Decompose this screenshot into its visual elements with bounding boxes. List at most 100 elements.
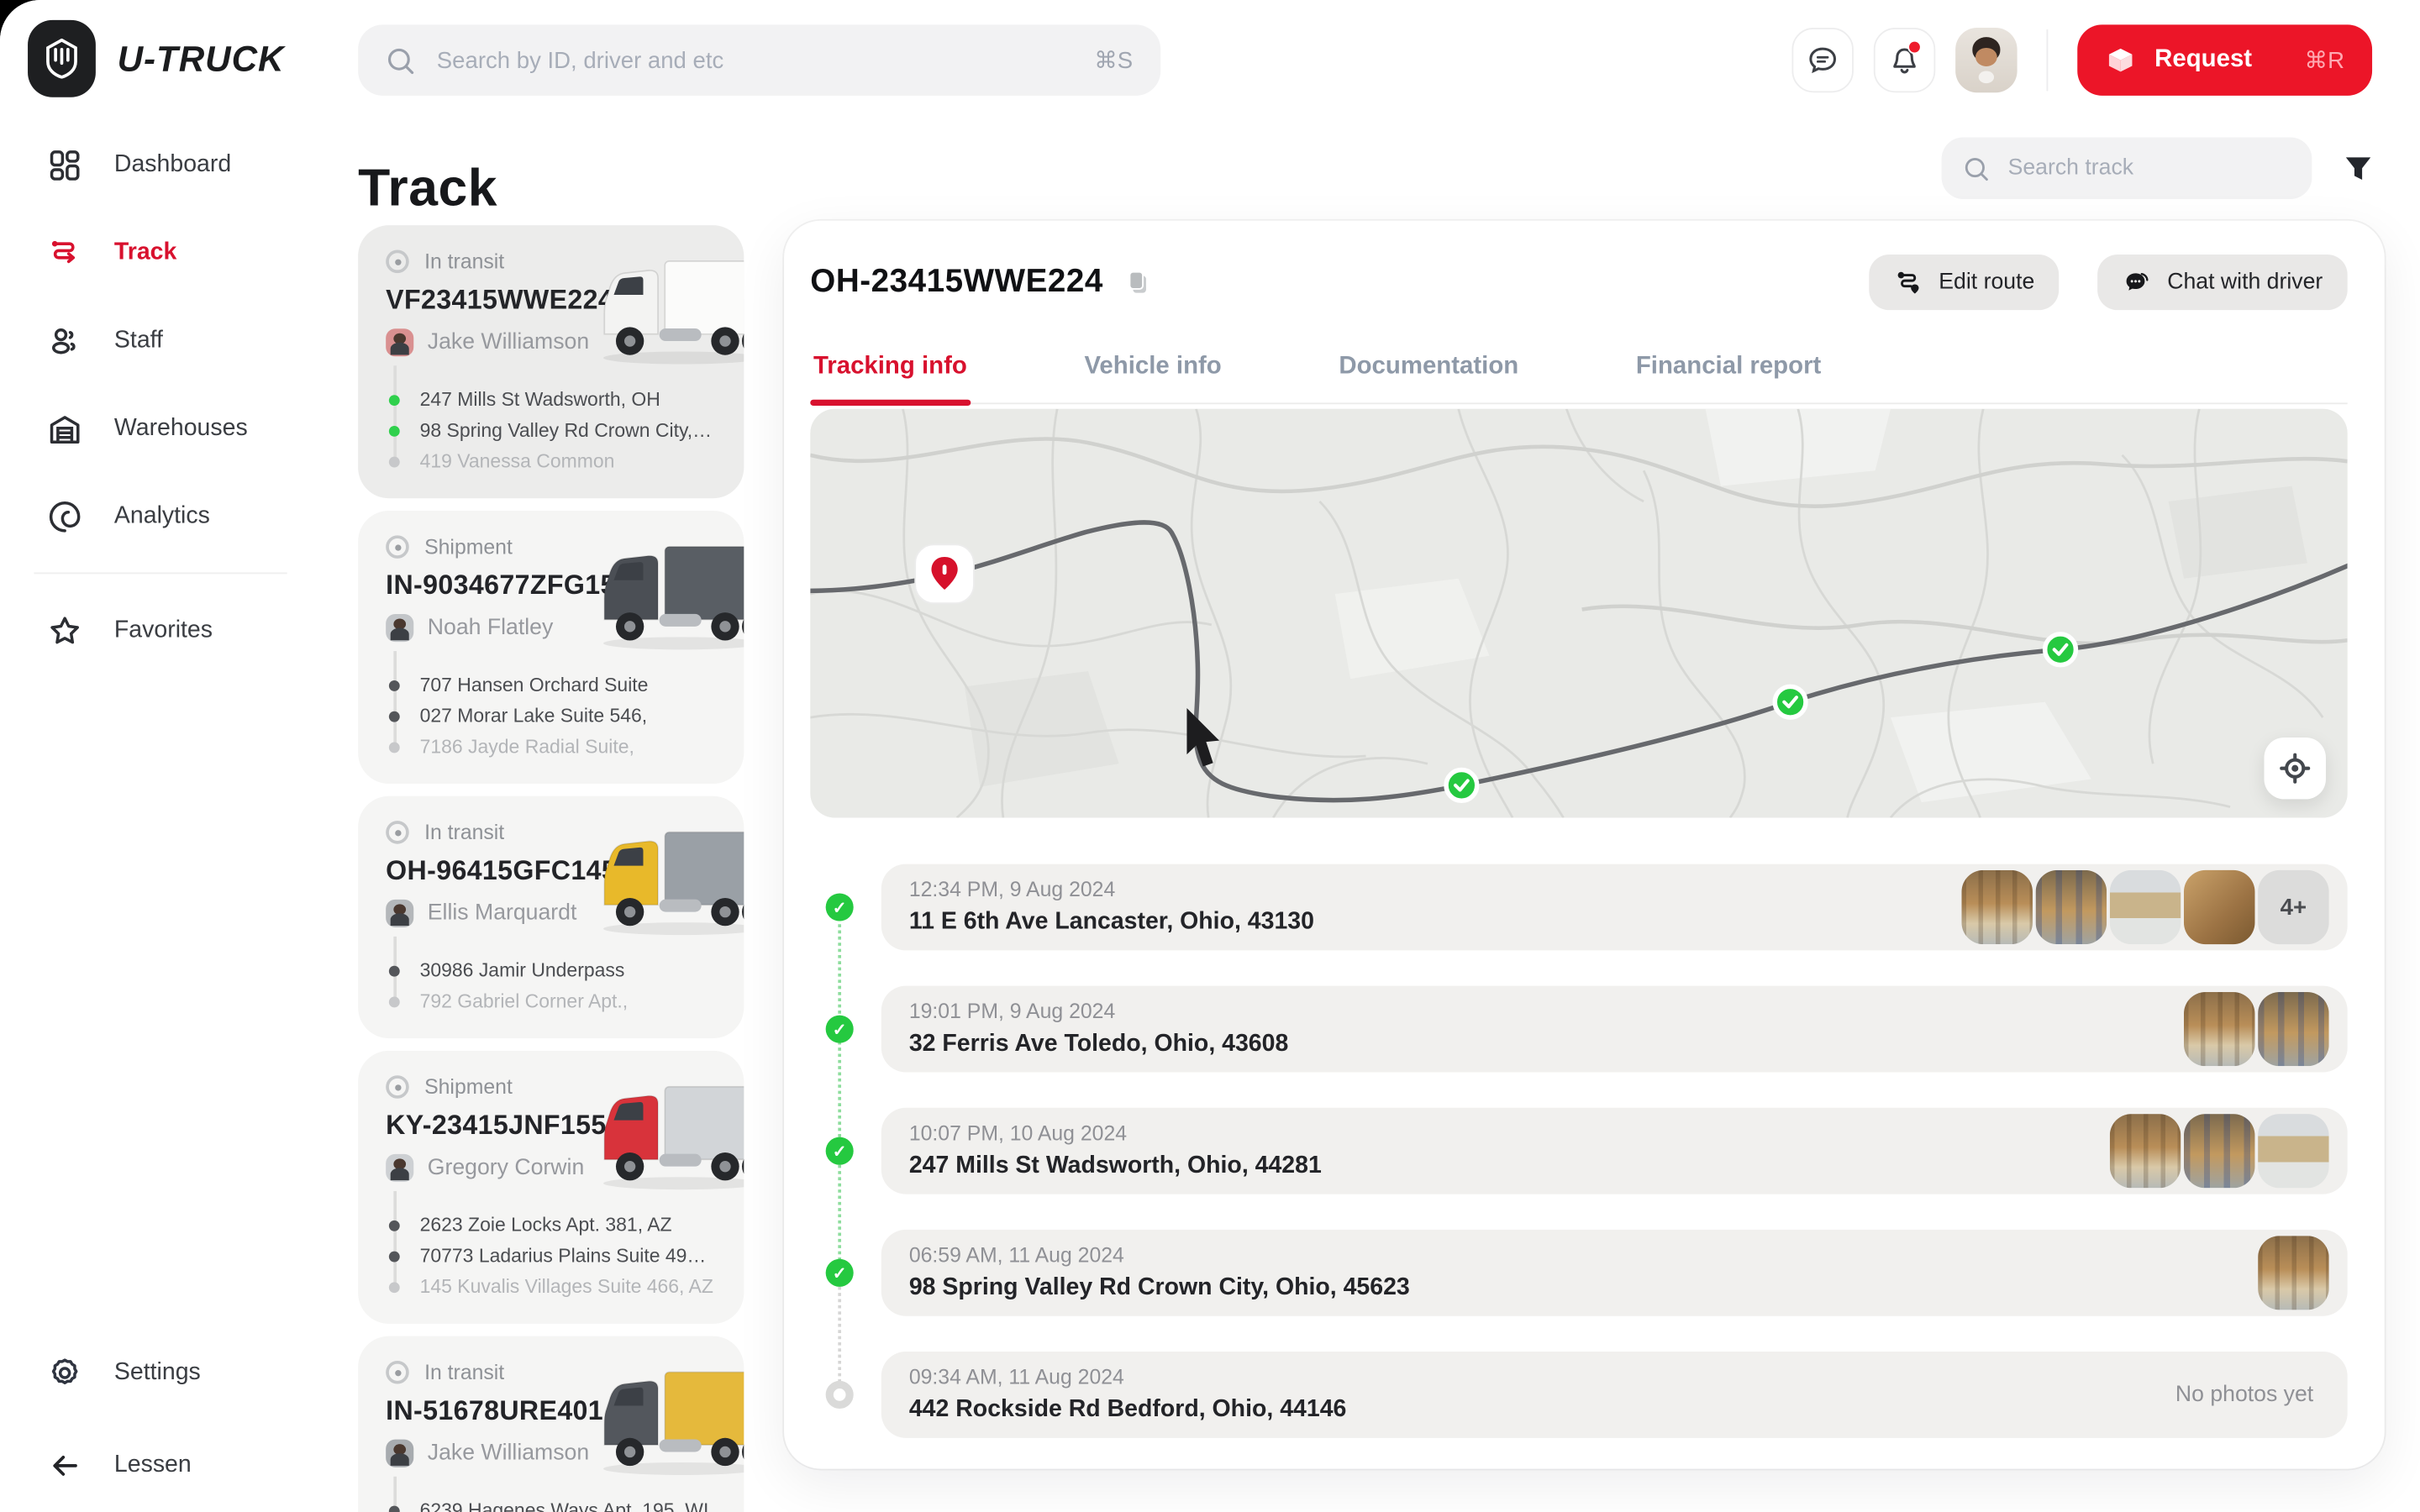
origin-pin[interactable] <box>915 544 974 603</box>
checkpoint-photo-thumbnail[interactable] <box>2184 992 2254 1066</box>
sidebar-label: Favorites <box>114 617 213 644</box>
driver-avatar <box>386 328 413 356</box>
user-avatar[interactable] <box>1954 28 2016 92</box>
timeline-row: ✓ 10:07 PM, 10 Aug 2024 247 Mills St Wad… <box>823 1108 2348 1194</box>
chat-with-driver-button[interactable]: Chat with driver <box>2098 255 2348 310</box>
track-search[interactable] <box>1942 137 2312 198</box>
driver-name: Gregory Corwin <box>428 1156 584 1180</box>
checkpoint-photo-thumbnail[interactable] <box>2184 1114 2254 1188</box>
status-ring-icon <box>386 1075 409 1099</box>
checkpoint-photo-thumbnail[interactable] <box>2258 992 2328 1066</box>
map-checkpoint-2 <box>1775 686 1806 717</box>
shipment-card[interactable]: Shipment IN-9034677ZFG154 Noah Flatley 7… <box>358 511 744 784</box>
edit-route-button[interactable]: Edit route <box>1870 255 2060 310</box>
truck-image <box>587 1357 744 1487</box>
brand-logo: U-TRUCK <box>28 20 284 97</box>
shipment-id: OH-23415WWE224 <box>810 264 1103 301</box>
track-search-input[interactable] <box>2005 155 2291 182</box>
brand-name: U-TRUCK <box>118 38 285 80</box>
stop-row: 027 Morar Lake Suite 546, <box>386 701 716 732</box>
checkpoint-photos <box>2184 992 2329 1066</box>
checkpoint-status-icon: ✓ <box>826 1259 854 1287</box>
shipment-list: In transit VF23415WWE224 Jake Williamson… <box>358 225 744 1512</box>
stop-address: 6239 Hagenes Ways Apt. 195, WI <box>420 1499 709 1512</box>
driver-avatar <box>386 614 413 642</box>
search-icon <box>386 45 415 75</box>
status-ring-icon <box>386 821 409 844</box>
shipment-card[interactable]: In transit VF23415WWE224 Jake Williamson… <box>358 225 744 498</box>
shipment-card[interactable]: In transit OH-96415GFC145 Ellis Marquard… <box>358 796 744 1038</box>
chat-filled-icon <box>2123 268 2152 297</box>
status-label: In transit <box>424 821 504 844</box>
locate-button[interactable] <box>2264 738 2325 799</box>
sidebar-item-track[interactable]: Track <box>0 208 321 297</box>
tab-tracking-info[interactable]: Tracking info <box>810 338 970 402</box>
sidebar-item-analytics[interactable]: Analytics <box>0 472 321 560</box>
checkpoint-photo-thumbnail[interactable] <box>2258 1236 2328 1310</box>
global-search-input[interactable] <box>434 45 1076 75</box>
stop-address: 792 Gabriel Corner Apt., <box>420 990 629 1012</box>
checkpoint-photo-thumbnail[interactable] <box>2184 870 2254 944</box>
timeline-rail <box>823 1352 881 1438</box>
shipment-card[interactable]: Shipment KY-23415JNF155 Gregory Corwin 2… <box>358 1051 744 1324</box>
more-photos-badge[interactable]: 4+ <box>2258 870 2328 944</box>
driver-name: Jake Williamson <box>428 1441 589 1466</box>
stop-row: 7186 Jayde Radial Suite, <box>386 732 716 763</box>
sidebar-item-dashboard[interactable]: Dashboard <box>0 120 321 208</box>
timeline-row: ✓ 19:01 PM, 9 Aug 2024 32 Ferris Ave Tol… <box>823 986 2348 1073</box>
route-map[interactable] <box>810 409 2347 818</box>
timeline-row: ✓ 06:59 AM, 11 Aug 2024 98 Spring Valley… <box>823 1230 2348 1316</box>
checkpoint-time: 10:07 PM, 10 Aug 2024 <box>909 1121 1322 1145</box>
stop-row: 145 Kuvalis Villages Suite 466, AZ <box>386 1271 716 1302</box>
timeline-card[interactable]: 10:07 PM, 10 Aug 2024 247 Mills St Wadsw… <box>881 1108 2348 1194</box>
tab-financial-report[interactable]: Financial report <box>1633 338 1824 402</box>
sidebar-item-warehouses[interactable]: Warehouses <box>0 384 321 472</box>
sidebar-item-favorites[interactable]: Favorites <box>0 586 321 675</box>
stop-list: 30986 Jamir Underpass 792 Gabriel Corner… <box>386 955 716 1016</box>
status-label: Shipment <box>424 535 513 559</box>
shipment-card[interactable]: In transit IN-51678URE401 Jake Williamso… <box>358 1336 744 1512</box>
checkpoint-photo-thumbnail[interactable] <box>2258 1114 2328 1188</box>
route-icon <box>46 234 83 270</box>
topbar-divider <box>2046 29 2049 91</box>
messages-button[interactable] <box>1791 28 1853 92</box>
sidebar-item-settings[interactable]: Settings <box>0 1327 321 1420</box>
star-icon <box>46 612 83 648</box>
checkpoint-time: 19:01 PM, 9 Aug 2024 <box>909 1000 1288 1023</box>
stop-list: 707 Hansen Orchard Suite 027 Morar Lake … <box>386 669 716 762</box>
timeline-card[interactable]: 12:34 PM, 9 Aug 2024 11 E 6th Ave Lancas… <box>881 864 2348 951</box>
stop-address: 419 Vanessa Common <box>420 450 615 472</box>
timeline-rail: ✓ <box>823 1230 881 1316</box>
request-button[interactable]: Request ⌘R <box>2077 24 2372 95</box>
global-search[interactable]: ⌘S <box>358 24 1160 95</box>
stop-dot-icon <box>389 996 400 1007</box>
truck-image <box>587 533 744 662</box>
top-bar: U-TRUCK ⌘S Request ⌘R <box>0 0 2420 120</box>
spiral-icon <box>46 497 83 534</box>
sidebar-label: Lessen <box>114 1452 192 1479</box>
truck-image <box>587 247 744 376</box>
notifications-button[interactable] <box>1873 28 1934 92</box>
timeline-card[interactable]: 09:34 AM, 11 Aug 2024 442 Rockside Rd Be… <box>881 1352 2348 1438</box>
timeline-card[interactable]: 19:01 PM, 9 Aug 2024 32 Ferris Ave Toled… <box>881 986 2348 1073</box>
tab-vehicle-info[interactable]: Vehicle info <box>1081 338 1225 402</box>
status-ring-icon <box>386 250 409 274</box>
sidebar-item-staff[interactable]: Staff <box>0 297 321 385</box>
checkpoint-photo-thumbnail[interactable] <box>2110 1114 2181 1188</box>
timeline-rail: ✓ <box>823 986 881 1073</box>
tab-documentation[interactable]: Documentation <box>1336 338 1522 402</box>
checkpoint-photo-thumbnail[interactable] <box>1961 870 2032 944</box>
timeline-card[interactable]: 06:59 AM, 11 Aug 2024 98 Spring Valley R… <box>881 1230 2348 1316</box>
checkpoint-photos <box>2110 1114 2329 1188</box>
copy-id-button[interactable] <box>1125 269 1151 297</box>
checkpoint-photo-thumbnail[interactable] <box>2110 870 2181 944</box>
filter-button[interactable] <box>2337 148 2380 191</box>
checkpoint-photo-thumbnail[interactable] <box>2036 870 2107 944</box>
search-shortcut: ⌘S <box>1094 46 1133 74</box>
detail-actions: Edit route Chat with driver <box>1870 255 2348 310</box>
stop-address: 027 Morar Lake Suite 546, <box>420 705 648 727</box>
sidebar-collapse-button[interactable]: Lessen <box>0 1420 321 1512</box>
filter-icon <box>2339 149 2376 186</box>
topbar-actions: Request ⌘R <box>1791 24 2372 95</box>
sidebar-label: Analytics <box>114 502 210 530</box>
